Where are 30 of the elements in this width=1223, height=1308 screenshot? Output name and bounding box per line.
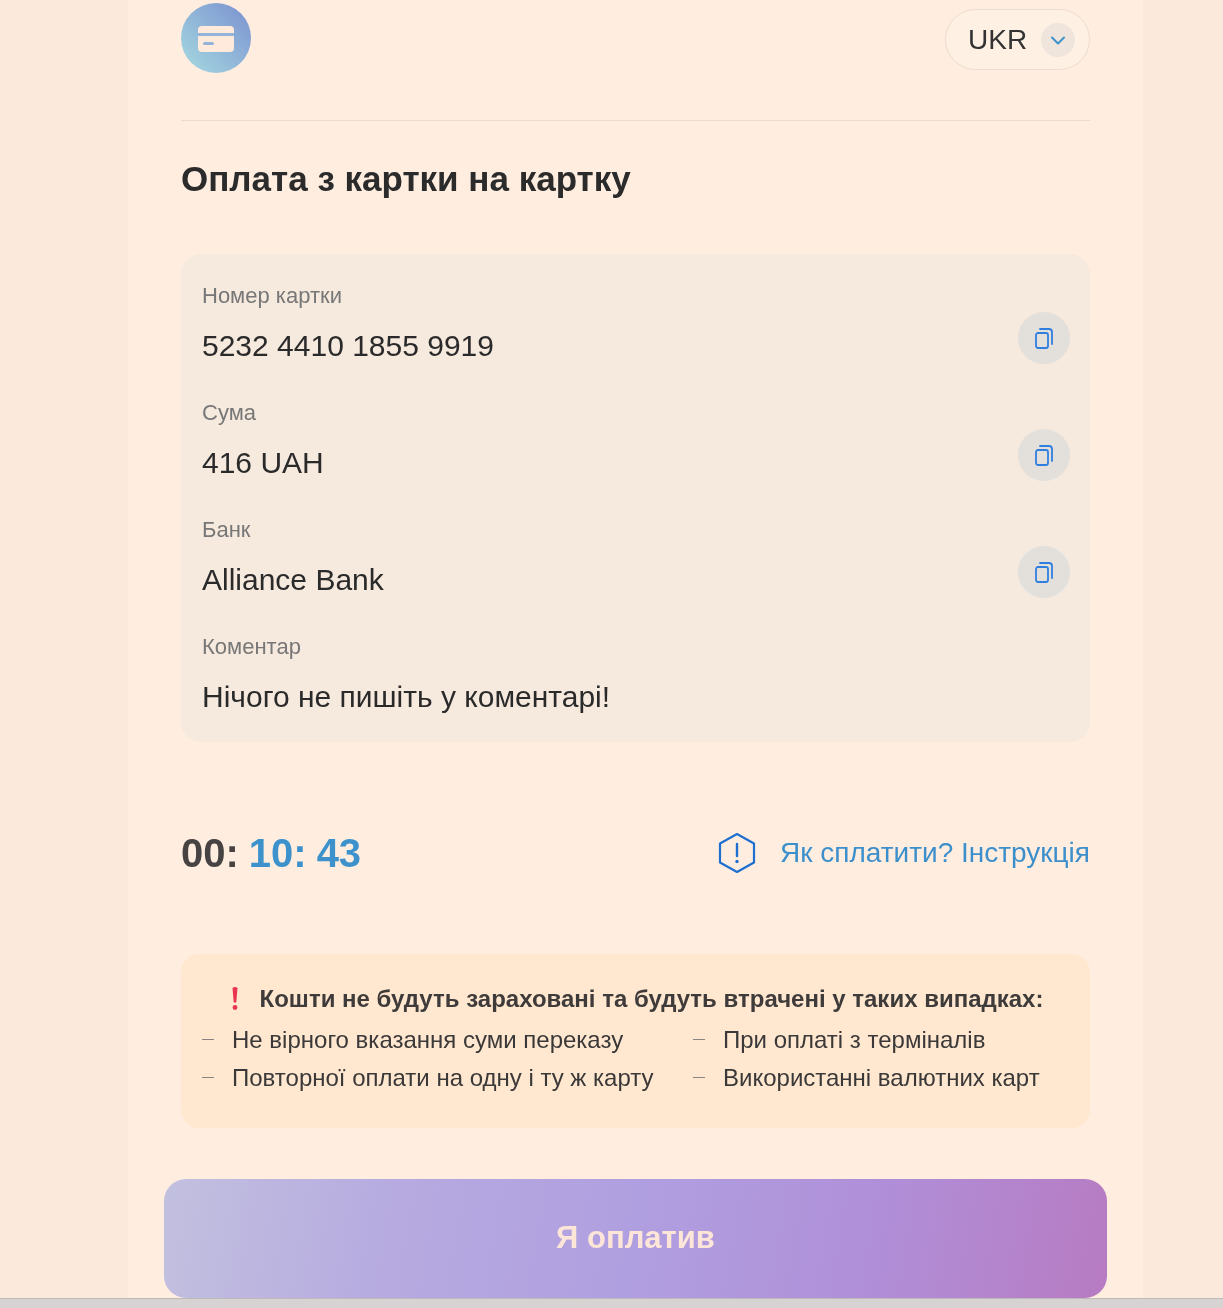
warning-heading: Кошти не будуть зараховані та будуть втрачені у таких випадках: <box>259 983 1044 1013</box>
timer-digits: 10: <box>248 829 307 877</box>
field-value: 416 UAH <box>202 444 324 481</box>
confirm-payment-button[interactable]: Я оплатив <box>164 1178 1107 1298</box>
dash-icon <box>202 1039 214 1040</box>
timer-digits: 00: <box>181 829 239 877</box>
field-value: Alliance Bank <box>202 561 384 598</box>
field-label: Коментар <box>202 633 302 660</box>
warning-hexagon-icon <box>717 831 757 874</box>
field-value: Нічого не пишіть у коментарі! <box>202 678 611 715</box>
copy-button[interactable] <box>1018 545 1070 598</box>
warning-item: Використанні валютних карт <box>723 1062 1040 1093</box>
warning-item: При оплаті з терміналів <box>723 1024 986 1055</box>
field-label: Банк <box>202 516 252 543</box>
chevron-down-icon <box>1041 22 1075 57</box>
dash-icon <box>693 1039 705 1040</box>
copy-button[interactable] <box>1018 311 1070 364</box>
credit-card-logo-icon <box>181 3 251 73</box>
page-title: Оплата з картки на картку <box>181 157 632 200</box>
dash-icon <box>693 1077 705 1078</box>
timer-digits: 43 <box>316 829 362 877</box>
field-value: 5232 4410 1855 9919 <box>202 327 494 364</box>
language-selector[interactable]: UKR <box>945 9 1090 70</box>
warning-item: Не вірного вказання суми переказу <box>232 1024 624 1055</box>
instruction-link[interactable]: Як сплатити? Інструкція <box>780 835 1090 870</box>
dash-icon <box>202 1077 214 1078</box>
copy-button[interactable] <box>1018 428 1070 481</box>
field-label: Сума <box>202 399 257 426</box>
warning-item: Повторної оплати на одну і ту ж карту <box>232 1062 654 1093</box>
field-label: Номер картки <box>202 282 343 309</box>
